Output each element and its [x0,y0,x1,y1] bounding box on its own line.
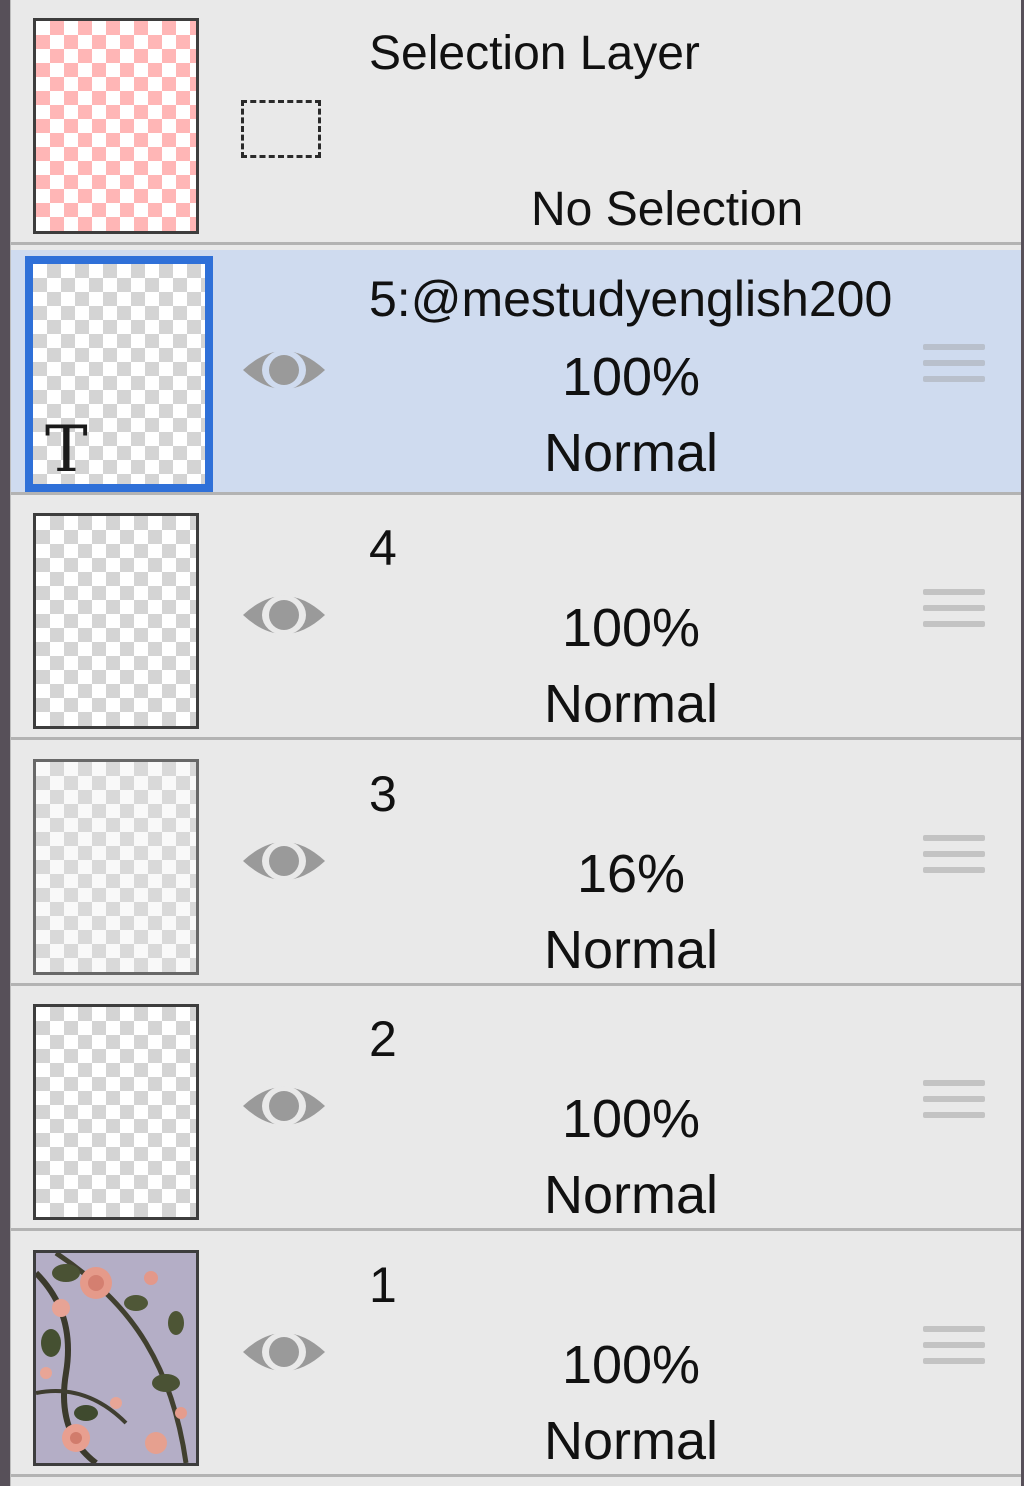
layer-opacity: 100% [561,1335,701,1395]
layer-name: 1 [369,1257,397,1313]
layer-blend-mode: Normal [543,920,719,980]
selection-layer-thumbnail [33,18,199,234]
layer-row-3[interactable]: 3 16% Normal [11,741,1021,986]
layer-row-4[interactable]: 4 100% Normal [11,495,1021,740]
layer-row-5[interactable]: T 5:@mestudyenglish200 100% Normal [11,250,1021,495]
drag-handle-icon[interactable] [923,589,985,641]
layer-opacity: 100% [561,1089,701,1149]
drag-handle-icon[interactable] [923,344,985,396]
eye-icon[interactable] [239,829,329,893]
layer-blend-mode: Normal [543,1165,719,1225]
layer-blend-mode: Normal [543,1411,719,1471]
layer-thumbnail-photo [33,1250,199,1466]
drag-handle-icon[interactable] [923,1326,985,1378]
layer-blend-mode: Normal [543,423,719,483]
dashed-rectangle-icon [241,100,321,158]
layer-name: 3 [369,766,397,822]
layer-thumbnail [33,513,199,729]
layer-thumbnail [33,759,199,975]
layer-opacity: 16% [576,844,686,904]
eye-icon[interactable] [239,338,329,402]
eye-icon[interactable] [239,1320,329,1384]
eye-icon[interactable] [239,583,329,647]
drag-handle-icon[interactable] [923,835,985,887]
layer-blend-mode: Normal [543,674,719,734]
layer-row-2[interactable]: 2 100% Normal [11,986,1021,1231]
layer-thumbnail [33,1004,199,1220]
layer-opacity: 100% [561,598,701,658]
roses-photo-thumbnail [36,1253,196,1463]
selection-status: No Selection [531,183,804,236]
layer-opacity: 100% [561,347,701,407]
text-layer-glyph: T [45,413,88,487]
layers-panel: Selection Layer No Selection T 5:@mestud… [10,0,1021,1486]
layer-thumbnail: T [25,256,213,492]
selection-layer-row[interactable]: Selection Layer No Selection [11,0,1021,245]
layer-name: 2 [369,1011,397,1067]
layer-name: 5:@mestudyenglish200 [369,271,893,327]
eye-icon[interactable] [239,1074,329,1138]
layer-row-1[interactable]: 1 100% Normal [11,1232,1021,1477]
drag-handle-icon[interactable] [923,1080,985,1132]
layer-name: 4 [369,520,397,576]
selection-layer-title: Selection Layer [369,27,700,80]
